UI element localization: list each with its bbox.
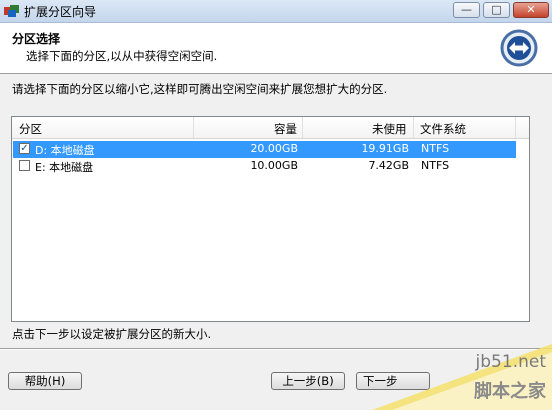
column-divider[interactable]	[193, 117, 194, 138]
column-divider[interactable]	[515, 117, 516, 138]
partition-name: E: 本地磁盘	[35, 161, 94, 174]
partition-filesystem: NTFS	[421, 142, 450, 155]
back-button[interactable]: 上一步(B)	[271, 372, 345, 390]
extend-arrows-icon	[500, 29, 538, 67]
column-header-filesystem[interactable]: 文件系统	[420, 121, 466, 137]
column-divider[interactable]	[413, 117, 414, 138]
partition-unused: 7.42GB	[368, 159, 409, 172]
window-title: 扩展分区向导	[24, 5, 97, 19]
maximize-button[interactable]: □	[483, 2, 510, 18]
column-header-partition[interactable]: 分区	[19, 121, 42, 137]
app-icon	[4, 5, 19, 17]
partition-capacity: 10.00GB	[250, 159, 298, 172]
partition-unused: 19.91GB	[361, 142, 409, 155]
wizard-header: 分区选择 选择下面的分区,以从中获得空闲空间.	[0, 23, 552, 74]
minimize-button[interactable]: —	[453, 2, 480, 18]
watermark-text: 脚本之家	[474, 381, 546, 402]
page-title: 分区选择	[12, 32, 61, 46]
close-button[interactable]: ✕	[513, 2, 549, 18]
watermark-url: jb51.net	[475, 352, 546, 372]
help-button[interactable]: 帮助(H)	[8, 372, 82, 390]
maximize-icon: □	[491, 3, 502, 16]
minimize-icon: —	[461, 3, 472, 16]
partition-checkbox[interactable]: ✓	[19, 143, 30, 154]
partition-list[interactable]: 分区 容量 未使用 文件系统 ✓ D: 本地磁盘 20.00GB 19.91GB…	[11, 116, 530, 322]
instruction-text: 请选择下面的分区以缩小它,这样即可腾出空闲空间来扩展您想扩大的分区.	[12, 82, 388, 96]
partition-checkbox[interactable]	[19, 160, 30, 171]
partition-row-d[interactable]: ✓ D: 本地磁盘 20.00GB 19.91GB NTFS	[13, 141, 516, 158]
title-bar: 扩展分区向导 — □ ✕	[0, 0, 552, 23]
footer-note: 点击下一步以设定被扩展分区的新大小.	[12, 327, 212, 341]
page-subtitle: 选择下面的分区,以从中获得空闲空间.	[26, 49, 218, 63]
partition-filesystem: NTFS	[421, 159, 450, 172]
partition-row-e[interactable]: E: 本地磁盘 10.00GB 7.42GB NTFS	[13, 158, 516, 175]
close-icon: ✕	[526, 3, 536, 16]
partition-capacity: 20.00GB	[250, 142, 298, 155]
column-header-unused[interactable]: 未使用	[372, 121, 407, 137]
list-header: 分区 容量 未使用 文件系统	[12, 117, 529, 139]
column-divider[interactable]	[302, 117, 303, 138]
partition-name: D: 本地磁盘	[35, 144, 95, 157]
column-header-capacity[interactable]: 容量	[274, 121, 297, 137]
